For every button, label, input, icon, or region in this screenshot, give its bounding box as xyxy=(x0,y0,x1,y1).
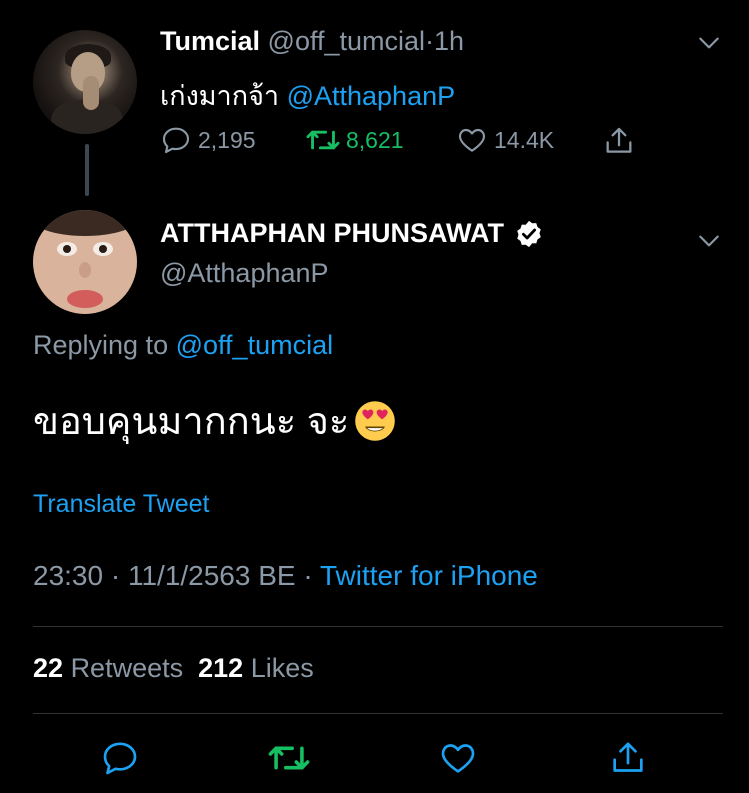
likes-label: Likes xyxy=(250,653,314,683)
retweet-icon xyxy=(306,130,340,150)
reply-icon xyxy=(162,127,190,154)
heart-eyes-emoji-icon xyxy=(355,400,396,441)
likes-stat[interactable]: 212 Likes xyxy=(198,653,314,683)
share-icon xyxy=(606,127,632,153)
reply-handle[interactable]: @AtthaphanP xyxy=(160,258,329,289)
parent-text: เก่งมากจ้า xyxy=(160,81,280,111)
parent-separator: · xyxy=(425,26,435,56)
reply-action-bar xyxy=(0,738,749,778)
meta-dot: · xyxy=(303,560,313,591)
reply-display-name-row: ATTHAPHAN PHUNSAWAT xyxy=(160,218,544,249)
reply-count: 2,195 xyxy=(198,126,256,153)
parent-tweet-header: Tumcial @off_tumcial·1h xyxy=(160,26,464,57)
divider xyxy=(33,713,723,714)
replying-to-line: Replying to @off_tumcial xyxy=(33,330,333,361)
reply-button[interactable]: 2,195 xyxy=(160,124,256,156)
replying-label: Replying to xyxy=(33,330,169,360)
parent-time: 1h xyxy=(434,26,465,56)
tweet-source-link[interactable]: Twitter for iPhone xyxy=(320,560,538,591)
translate-tweet-link[interactable]: Translate Tweet xyxy=(33,490,209,519)
likes-count: 212 xyxy=(198,653,244,683)
reply-icon[interactable] xyxy=(100,738,140,778)
retweet-button[interactable]: 8,621 xyxy=(306,124,404,156)
heart-icon[interactable] xyxy=(438,738,478,778)
tweet-time: 23:30 xyxy=(33,560,104,591)
replying-to-link[interactable]: @off_tumcial xyxy=(176,330,333,360)
tweet-meta: 23:30 · 11/1/2563 BE · Twitter for iPhon… xyxy=(33,560,538,592)
tweet-date: 11/1/2563 BE xyxy=(127,560,296,591)
chevron-down-icon[interactable] xyxy=(696,30,722,56)
parent-mention-link[interactable]: @AtthaphanP xyxy=(287,81,456,111)
like-count: 14.4K xyxy=(494,126,555,153)
reply-display-name[interactable]: ATTHAPHAN PHUNSAWAT xyxy=(160,218,504,249)
divider xyxy=(33,626,723,627)
parent-handle[interactable]: @off_tumcial xyxy=(268,26,425,56)
like-button[interactable]: 14.4K xyxy=(456,124,554,156)
share-button[interactable] xyxy=(602,124,636,158)
parent-tweet-text: เก่งมากจ้า @AtthaphanP xyxy=(160,74,455,117)
retweet-icon[interactable] xyxy=(268,738,310,778)
verified-badge-icon xyxy=(517,220,541,247)
reply-avatar[interactable] xyxy=(33,210,137,314)
chevron-down-icon[interactable] xyxy=(696,228,722,254)
meta-dot: · xyxy=(110,560,121,591)
parent-avatar[interactable] xyxy=(33,30,137,134)
thread-line xyxy=(85,144,89,196)
retweet-count: 8,621 xyxy=(346,126,404,153)
parent-display-name[interactable]: Tumcial xyxy=(160,26,260,56)
engagement-counts: 22 Retweets 212 Likes xyxy=(33,653,314,684)
retweets-stat[interactable]: 22 Retweets xyxy=(33,653,183,683)
reply-tweet-text: ขอบคุนมากกนะ จะ xyxy=(33,390,397,451)
retweets-label: Retweets xyxy=(70,653,184,683)
reply-text: ขอบคุนมากกนะ จะ xyxy=(33,401,350,443)
share-icon[interactable] xyxy=(608,738,648,778)
retweets-count: 22 xyxy=(33,653,64,683)
heart-icon xyxy=(458,128,486,152)
